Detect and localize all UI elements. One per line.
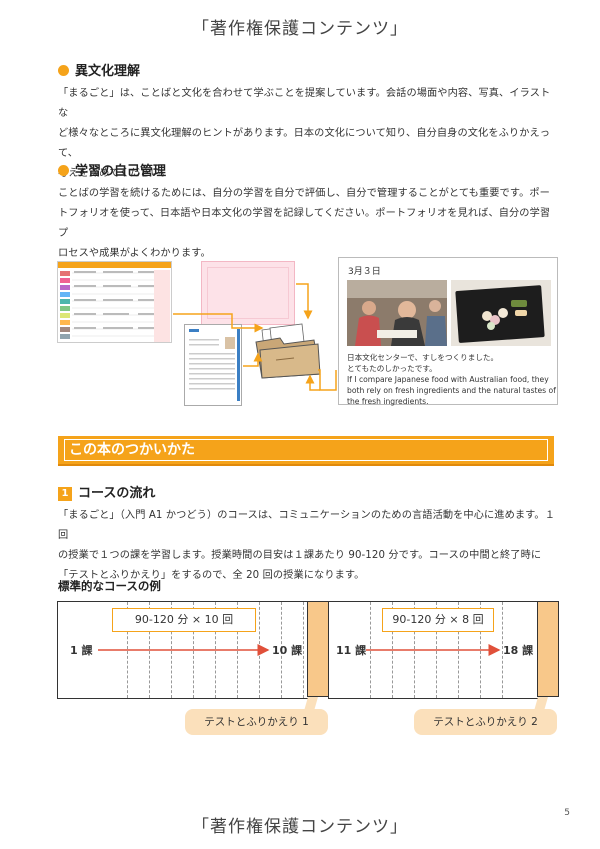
- section-title: 異文化理解: [75, 64, 141, 79]
- banner-title: この本のつかいかた: [64, 439, 548, 461]
- diary-line: the fresh ingredients.: [347, 397, 429, 406]
- paragraph-line: 「まるごと」（入門 A1 かつどう）のコースは、コミュニケーションのための言語活…: [58, 510, 556, 541]
- bullet-dot-icon: [58, 165, 69, 176]
- section-title: 学習の自己管理: [75, 164, 167, 179]
- diagram-title: 標準的なコースの例: [58, 579, 161, 593]
- arrow-line: [305, 374, 320, 391]
- arrow-line: [318, 369, 337, 391]
- section-heading-self-management: 学習の自己管理: [58, 160, 166, 179]
- diary-line: If I compare Japanese food with Australi…: [347, 375, 549, 384]
- progress-arrows: [98, 644, 501, 656]
- paragraph-line: ことばの学習を続けるためには、自分の学習を自分で評価し、自分で管理することがとて…: [58, 188, 550, 199]
- bullet-dot-icon: [58, 65, 69, 76]
- paragraph-line: 「まるごと」は、ことばと文化を合わせて学ぶことを提案しています。会話の場面や内容…: [58, 88, 551, 119]
- checklist-sheet-image: [57, 261, 172, 343]
- arrow-line: [296, 283, 313, 320]
- diary-line: 日本文化センターで、すしをつくりました。: [347, 353, 499, 362]
- diary-date: 3月３日: [348, 267, 381, 277]
- time-label-block-2: 90-120 分 × 8 回: [382, 608, 494, 632]
- diary-card: 3月３日 日本文化センターで、すしをつくりました。 とてもたのしかったです。 I…: [338, 257, 558, 407]
- arrow-line: [173, 313, 264, 333]
- diary-line: とてもたのしかったです。: [347, 364, 437, 373]
- arrow-line: [243, 352, 263, 367]
- test-callout-2: テストとふりかえり 2: [414, 709, 557, 735]
- watermark-top: 「著作権保護コンテンツ」: [192, 19, 408, 39]
- diary-text: 日本文化センターで、すしをつくりました。 とてもたのしかったです。 If I c…: [347, 352, 557, 407]
- time-label-block-1: 90-120 分 × 10 回: [112, 608, 256, 632]
- section-title: コースの流れ: [78, 486, 156, 501]
- sushi-plate-photo: [451, 280, 551, 346]
- section-number-badge: 1: [58, 487, 72, 501]
- section-heading-intercultural: 異文化理解: [58, 60, 140, 79]
- paragraph-line: トフォリオを使って、日本語や日本文化の学習を記録してください。ポートフォリオを見…: [58, 208, 551, 239]
- diary-line: both rely on fresh ingredients and the n…: [347, 386, 556, 395]
- paragraph-course-flow: 「まるごと」（入門 A1 かつどう）のコースは、コミュニケーションのための言語活…: [58, 506, 558, 586]
- paragraph-self-management: ことばの学習を続けるためには、自分の学習を自分で評価し、自分で管理することがとて…: [58, 184, 558, 264]
- section-banner: この本のつかいかた: [58, 436, 554, 466]
- paragraph-line: の授業で１つの課を学習します。授業時間の目安は１課あたり 90-120 分です。…: [58, 550, 542, 561]
- watermark-bottom: 「著作権保護コンテンツ」: [192, 817, 408, 837]
- flow-arrows: [173, 283, 337, 391]
- test-callout-1: テストとふりかえり 1: [185, 709, 328, 735]
- sushi-class-photo: [347, 280, 447, 346]
- section-heading-course-flow: 1 コースの流れ: [58, 482, 155, 501]
- paragraph-line: ど様々なところに異文化理解のヒントがあります。日本の文化について知り、自分自身の…: [58, 128, 551, 159]
